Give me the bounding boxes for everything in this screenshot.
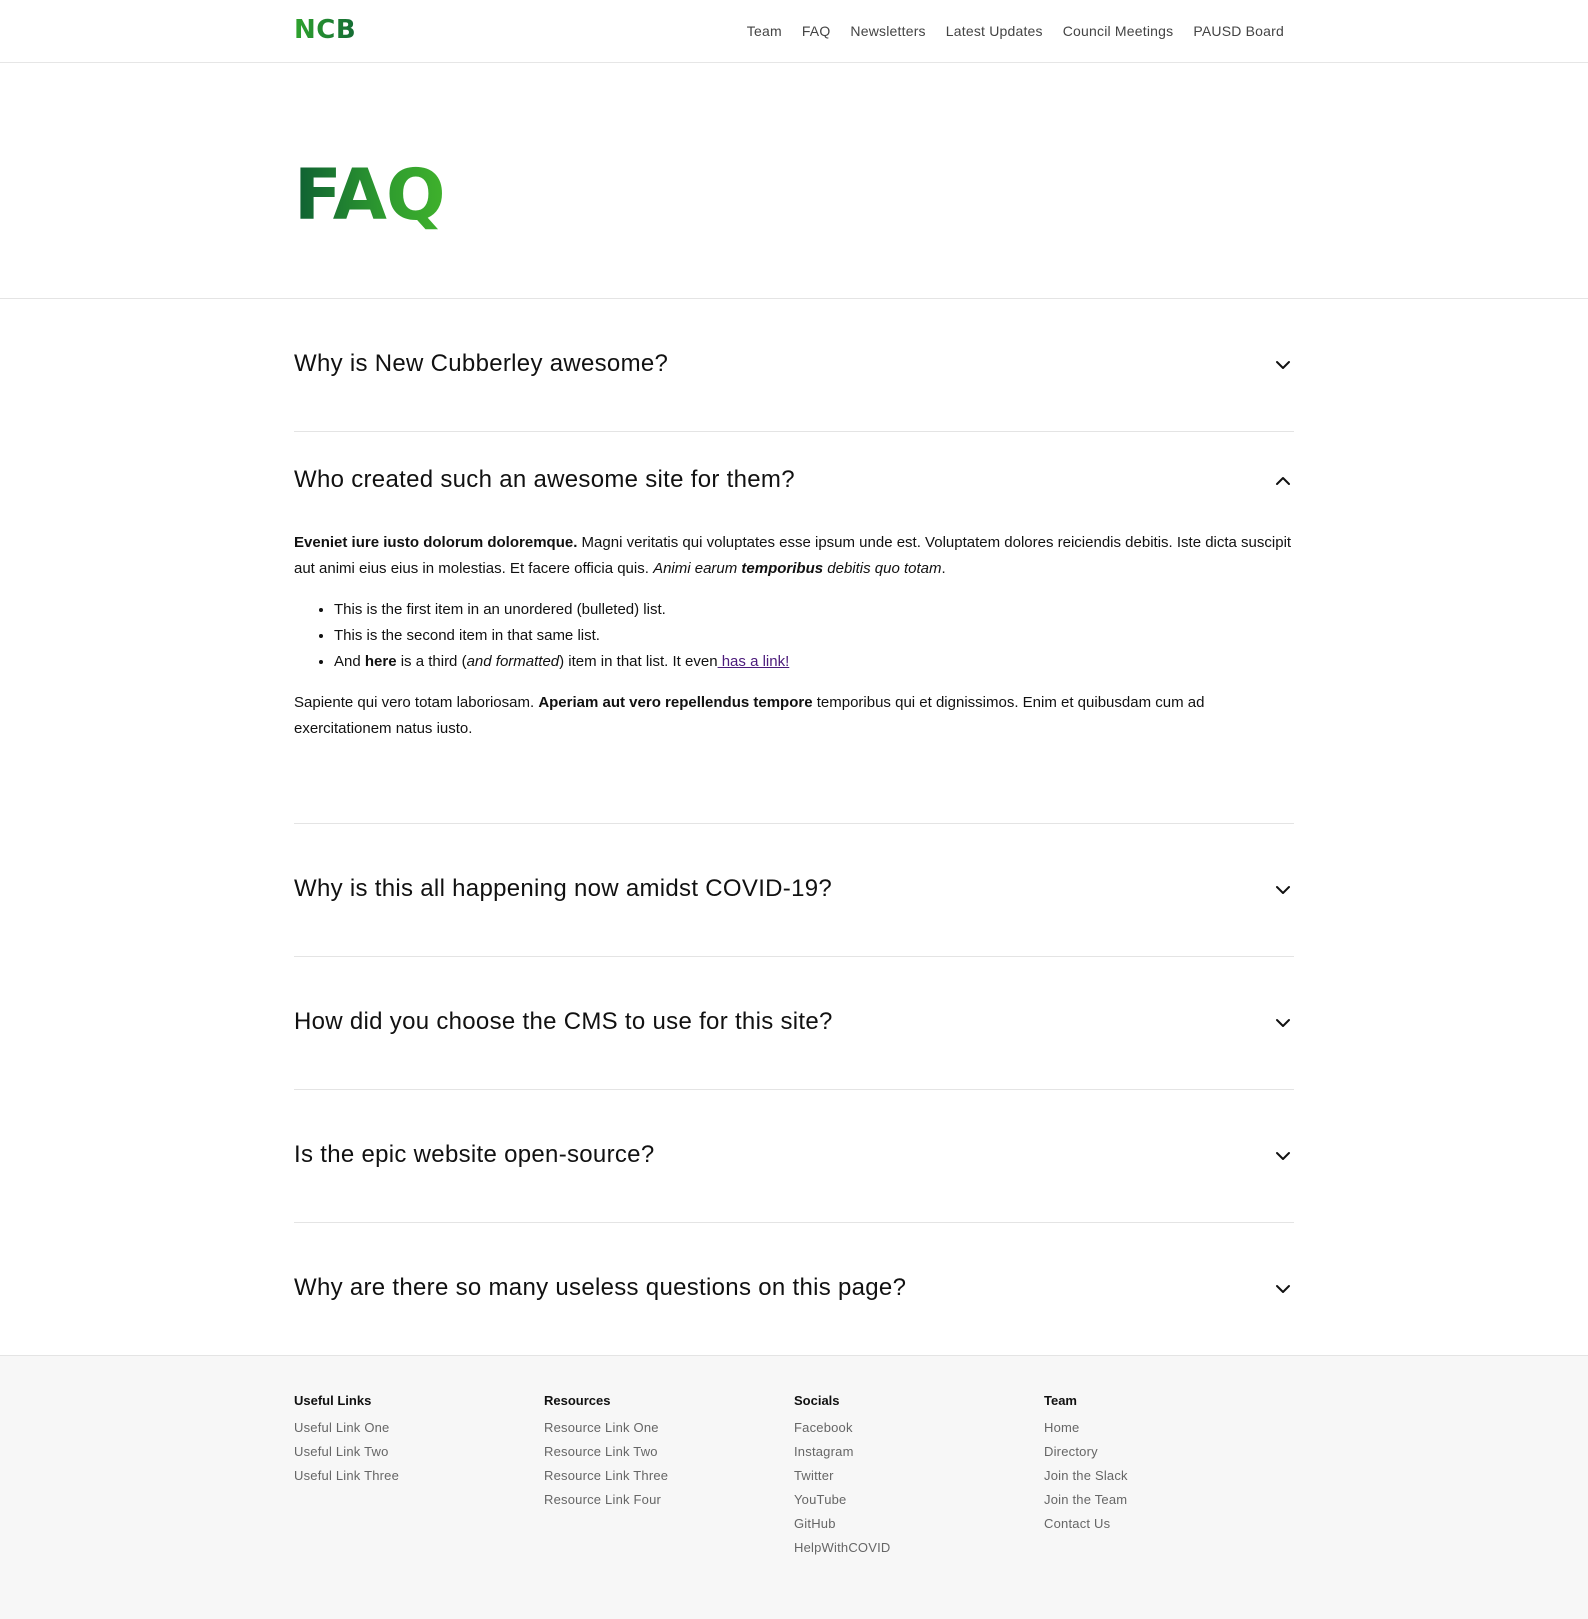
- answer-bold-lead: Eveniet iure iusto dolorum doloremque.: [294, 534, 578, 551]
- answer-italic: Animi earum temporibus debitis quo totam: [653, 560, 941, 577]
- list-item-text: is a third (: [396, 653, 467, 670]
- site-header: NCB Team FAQ Newsletters Latest Updates …: [0, 0, 1588, 63]
- faq-answer: Eveniet iure iusto dolorum doloremque. M…: [294, 530, 1294, 823]
- footer-link[interactable]: Resource Link Two: [544, 1440, 794, 1464]
- faq-question-toggle[interactable]: Why are there so many useless questions …: [294, 1223, 1294, 1355]
- page-title: FAQ: [294, 63, 445, 235]
- faq-item-expanded: Who created such an awesome site for the…: [294, 432, 1294, 824]
- nav-link-pausd-board[interactable]: PAUSD Board: [1193, 23, 1284, 39]
- faq-question-toggle[interactable]: Who created such an awesome site for the…: [294, 432, 1294, 530]
- chevron-down-icon[interactable]: [1274, 1280, 1292, 1298]
- footer-link[interactable]: Facebook: [794, 1416, 1044, 1440]
- site-footer: Useful Links Useful Link One Useful Link…: [0, 1355, 1588, 1619]
- nav-link-newsletters[interactable]: Newsletters: [850, 23, 925, 39]
- site-logo[interactable]: NCB: [294, 15, 356, 45]
- faq-question-toggle[interactable]: Is the epic website open-source?: [294, 1090, 1294, 1222]
- main-nav: Team FAQ Newsletters Latest Updates Coun…: [747, 23, 1284, 39]
- chevron-down-icon[interactable]: [1274, 881, 1292, 899]
- list-item: This is the first item in an unordered (…: [334, 597, 1294, 623]
- list-item-italic: and formatted: [466, 653, 560, 670]
- list-item-bold: here: [364, 653, 397, 670]
- footer-link[interactable]: Useful Link Three: [294, 1464, 544, 1488]
- answer-italic-bold: temporibus: [741, 560, 824, 577]
- footer-link[interactable]: Directory: [1044, 1440, 1294, 1464]
- footer-link[interactable]: GitHub: [794, 1512, 1044, 1536]
- faq-item: How did you choose the CMS to use for th…: [294, 957, 1294, 1090]
- faq-question: Is the epic website open-source?: [294, 1141, 655, 1168]
- answer-text: .: [941, 560, 946, 577]
- footer-link[interactable]: Instagram: [794, 1440, 1044, 1464]
- faq-list: Why is New Cubberley awesome? Who create…: [294, 299, 1294, 1355]
- answer-text: Sapiente qui vero totam laboriosam.: [294, 694, 539, 711]
- chevron-down-icon[interactable]: [1274, 1147, 1292, 1165]
- faq-question: Why is this all happening now amidst COV…: [294, 875, 833, 902]
- footer-column-useful-links: Useful Links Useful Link One Useful Link…: [294, 1392, 544, 1560]
- footer-link[interactable]: Useful Link One: [294, 1416, 544, 1440]
- footer-link[interactable]: Twitter: [794, 1464, 1044, 1488]
- footer-link[interactable]: Resource Link One: [544, 1416, 794, 1440]
- answer-paragraph: Eveniet iure iusto dolorum doloremque. M…: [294, 530, 1294, 582]
- answer-italic-text: Animi earum: [653, 560, 742, 577]
- faq-question: How did you choose the CMS to use for th…: [294, 1008, 833, 1035]
- faq-question-toggle[interactable]: Why is New Cubberley awesome?: [294, 299, 1294, 431]
- list-item-text: And: [334, 653, 365, 670]
- hero: FAQ: [0, 63, 1588, 299]
- footer-link[interactable]: HelpWithCOVID: [794, 1536, 1044, 1560]
- chevron-down-icon[interactable]: [1274, 356, 1292, 374]
- answer-bold: Aperiam aut vero repellendus tempore: [538, 694, 813, 711]
- list-item: And here is a third (and formatted) item…: [334, 649, 1294, 675]
- footer-heading: Team: [1044, 1393, 1077, 1408]
- footer-link[interactable]: Useful Link Two: [294, 1440, 544, 1464]
- faq-item: Is the epic website open-source?: [294, 1090, 1294, 1223]
- faq-question-toggle[interactable]: How did you choose the CMS to use for th…: [294, 957, 1294, 1089]
- footer-link[interactable]: Resource Link Three: [544, 1464, 794, 1488]
- nav-link-council-meetings[interactable]: Council Meetings: [1063, 23, 1174, 39]
- footer-heading: Resources: [544, 1393, 611, 1408]
- list-item-text: ) item in that list. It even: [559, 653, 718, 670]
- list-item: This is the second item in that same lis…: [334, 623, 1294, 649]
- nav-link-latest-updates[interactable]: Latest Updates: [946, 23, 1043, 39]
- footer-heading: Socials: [794, 1393, 840, 1408]
- answer-bullet-list: This is the first item in an unordered (…: [294, 597, 1294, 675]
- faq-question: Why is New Cubberley awesome?: [294, 350, 669, 377]
- faq-item: Why is New Cubberley awesome?: [294, 299, 1294, 432]
- footer-link[interactable]: Home: [1044, 1416, 1294, 1440]
- footer-column-team: Team Home Directory Join the Slack Join …: [1044, 1392, 1294, 1560]
- nav-link-faq[interactable]: FAQ: [802, 23, 831, 39]
- chevron-down-icon[interactable]: [1274, 1014, 1292, 1032]
- faq-question-toggle[interactable]: Why is this all happening now amidst COV…: [294, 824, 1294, 956]
- inline-link[interactable]: has a link!: [718, 653, 790, 670]
- faq-item: Why are there so many useless questions …: [294, 1223, 1294, 1355]
- faq-question: Who created such an awesome site for the…: [294, 466, 795, 493]
- footer-column-resources: Resources Resource Link One Resource Lin…: [544, 1392, 794, 1560]
- faq-item: Why is this all happening now amidst COV…: [294, 824, 1294, 957]
- chevron-up-icon[interactable]: [1274, 472, 1292, 490]
- nav-link-team[interactable]: Team: [747, 23, 782, 39]
- footer-link[interactable]: Join the Slack: [1044, 1464, 1294, 1488]
- footer-link[interactable]: Resource Link Four: [544, 1488, 794, 1512]
- footer-column-socials: Socials Facebook Instagram Twitter YouTu…: [794, 1392, 1044, 1560]
- answer-paragraph: Sapiente qui vero totam laboriosam. Aper…: [294, 690, 1294, 742]
- footer-link[interactable]: Contact Us: [1044, 1512, 1294, 1536]
- footer-link[interactable]: YouTube: [794, 1488, 1044, 1512]
- faq-question: Why are there so many useless questions …: [294, 1274, 907, 1301]
- footer-link[interactable]: Join the Team: [1044, 1488, 1294, 1512]
- footer-heading: Useful Links: [294, 1393, 372, 1408]
- answer-italic-text: debitis quo totam: [823, 560, 942, 577]
